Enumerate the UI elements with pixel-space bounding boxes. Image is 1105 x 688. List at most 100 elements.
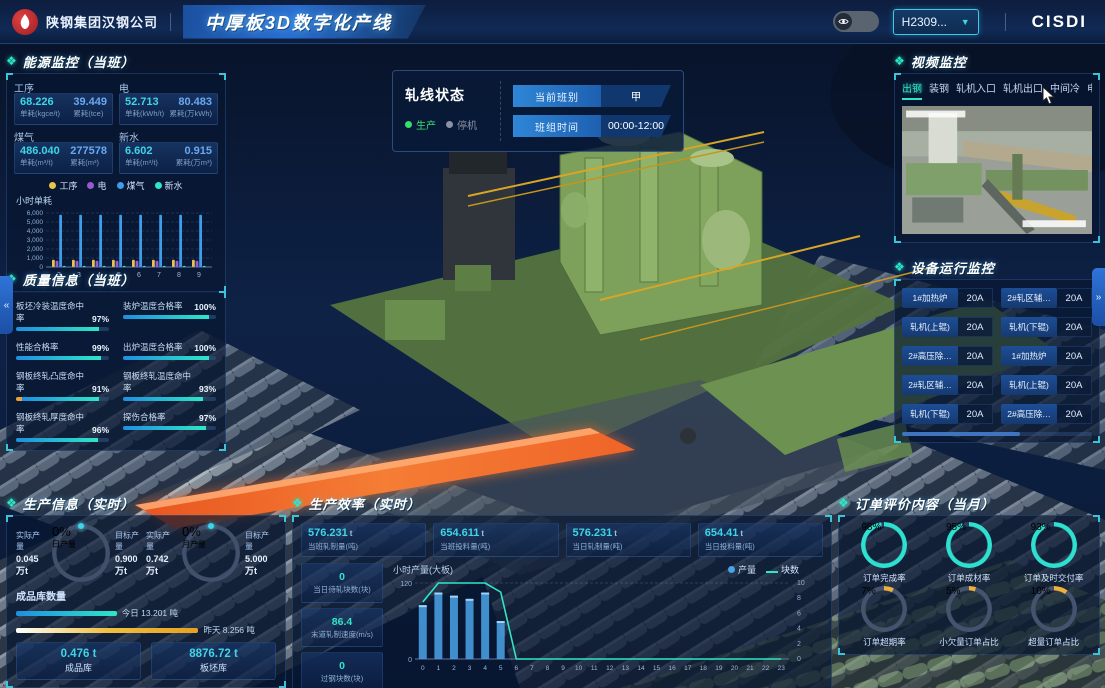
equipment-current-value: 20A — [958, 288, 993, 308]
legend-item: 煤气 — [117, 179, 145, 192]
side-stat-value: 0 — [339, 571, 345, 583]
quality-title: 质量信息（当班） — [23, 270, 135, 289]
line-status-legend-item: 停机 — [446, 117, 477, 132]
header-divider — [170, 13, 171, 31]
quality-label: 钢板终轧凸度命中率 — [16, 370, 92, 394]
equipment-label-button[interactable]: 2#轧区辅… — [1001, 288, 1057, 308]
corner-accent — [1093, 648, 1100, 655]
legend-label: 块数 — [781, 563, 799, 576]
cctv-video-feed[interactable] — [902, 106, 1092, 234]
corner-accent — [6, 73, 13, 80]
warehouse-cards: 0.476 t成品库8876.72 t板坯库 — [16, 642, 276, 680]
video-tab-装钢[interactable]: 装钢 — [929, 80, 949, 100]
order-donut: 93%订单及时交付率 — [1012, 522, 1095, 584]
line-status-row-label: 班组时间 — [513, 115, 601, 137]
energy-card: 工序68.226单耗(kgce/t)39.449累耗(tce) — [14, 80, 113, 125]
collapse-panel-right-handle[interactable]: » — [1092, 268, 1105, 326]
equipment-current-value: 20A — [958, 404, 993, 424]
energy-unit: 单耗(m³/t) — [20, 157, 60, 168]
video-tab-出钢[interactable]: 出钢 — [902, 80, 922, 100]
equipment-scrollbar[interactable] — [902, 432, 1092, 436]
equipment-label-button[interactable]: 1#加热炉 — [902, 288, 958, 308]
equipment-row: 2#轧区辅…20A — [1001, 288, 1092, 308]
quality-progress-track — [16, 356, 109, 360]
warehouse-label: 板坯库 — [200, 661, 227, 674]
collapse-panel-left-handle[interactable]: « — [0, 276, 13, 334]
line-status-legend-item: 生产 — [405, 117, 436, 132]
gauge-text: 95% — [946, 522, 992, 568]
panel-line-status: 轧线状态 生产停机 当前班别甲班组时间00:00-12:00 — [392, 70, 684, 152]
quality-list: 板坯冷装温度命中率97% 装炉温度合格率100% 性能合格率99% 出炉温度合格率10… — [6, 291, 226, 451]
video-tab-轧机入口[interactable]: 轧机入口 — [956, 80, 996, 100]
efficiency-stat: 654.41t当日投料量(吨) — [698, 523, 823, 557]
energy-title: 能源监控（当班） — [23, 52, 135, 71]
efficiency-stat-value: 654.41t — [705, 527, 816, 539]
gauge-text: 98% — [861, 522, 907, 568]
equipment-label-button[interactable]: 轧机(下辊) — [1001, 317, 1057, 337]
hourly-chart-legend: 产量 块数 — [728, 563, 799, 576]
gauge-percent: 95% — [946, 522, 992, 533]
panel-video: ❖ 视频监控 出钢装钢轧机入口轧机出口中间冷电动热 — [894, 52, 1100, 243]
quality-item-top: 性能合格率99% — [16, 341, 109, 353]
energy-cards: 工序68.226单耗(kgce/t)39.449累耗(tce)电52.713单耗… — [14, 80, 218, 174]
svg-text:17: 17 — [684, 665, 692, 672]
order-donut: 7%订单超期率 — [843, 586, 926, 648]
app-header: 陕钢集团汉钢公司 中厚板3D数字化产线 H2309... ▼ CISDI — [0, 0, 1105, 44]
quality-progress-track — [123, 315, 216, 319]
svg-text:11: 11 — [591, 665, 598, 672]
quality-item: 装炉温度合格率100% — [123, 300, 216, 331]
side-stat-label: 当日待轧块数(块) — [313, 584, 371, 595]
chevron-down-icon: ▼ — [961, 17, 970, 27]
panel-orders: ❖ 订单评价内容（当月） 98%订单完成率95%订单成材率93%订单及时交付率7… — [838, 494, 1100, 655]
line-status-row-label: 当前班别 — [513, 85, 601, 107]
svg-text:10: 10 — [575, 665, 583, 672]
equipment-row: 1#加热炉20A — [1001, 346, 1092, 366]
corner-accent — [219, 291, 226, 298]
line-status-rows: 当前班别甲班组时间00:00-12:00 — [501, 81, 671, 141]
quality-item-top: 板坯冷装温度命中率97% — [16, 300, 109, 324]
svg-text:3,000: 3,000 — [27, 237, 44, 244]
quality-item: 性能合格率99% — [16, 341, 109, 360]
efficiency-side-stat: 0当日待轧块数(块) — [301, 563, 383, 603]
quality-item: 探伤合格率97% — [123, 411, 216, 442]
equipment-label-button[interactable]: 2#高压除… — [902, 346, 958, 366]
line-status-title: 轧线状态 — [405, 85, 500, 105]
side-stat-value: 86.4 — [332, 616, 352, 628]
equipment-label-button[interactable]: 1#加热炉 — [1001, 346, 1057, 366]
equipment-label-button[interactable]: 轧机(下辊) — [902, 404, 958, 424]
quality-item-top: 出炉温度合格率100% — [123, 341, 216, 353]
heat-number-select[interactable]: H2309... ▼ — [893, 9, 979, 35]
panel-icon: ❖ — [6, 497, 17, 509]
equipment-label-button[interactable]: 2#轧区辅… — [902, 375, 958, 395]
corner-accent — [838, 648, 845, 655]
equipment-row: 2#高压除…20A — [902, 346, 993, 366]
svg-text:13: 13 — [622, 665, 630, 672]
svg-text:5: 5 — [499, 665, 503, 672]
energy-unit: 单耗(m³/t) — [125, 157, 158, 168]
heat-number-value: H2309... — [902, 15, 947, 29]
gauge-percent: 10% — [1031, 586, 1077, 597]
equipment-label-button[interactable]: 轧机(上辊) — [1001, 375, 1057, 395]
efficiency-stat-value: 654.611t — [440, 527, 551, 539]
status-dot — [405, 121, 412, 128]
equipment-label-button[interactable]: 2#高压除… — [1001, 404, 1057, 424]
quality-value: 97% — [92, 314, 109, 324]
video-tab-轧机出口[interactable]: 轧机出口 — [1003, 80, 1043, 100]
quality-progress-track — [16, 327, 109, 331]
equipment-label-button[interactable]: 轧机(上辊) — [902, 317, 958, 337]
legend-label: 产量 — [738, 563, 756, 576]
gauge-percent: 5% — [946, 586, 992, 597]
gauge-ring-wrap: 7% — [861, 586, 907, 632]
visibility-toggle[interactable] — [833, 11, 879, 32]
panel-icon: ❖ — [838, 497, 849, 509]
quality-label: 性能合格率 — [16, 341, 59, 353]
video-tab-电动热[interactable]: 电动热 — [1087, 80, 1092, 100]
legend-label: 工序 — [59, 179, 77, 192]
efficiency-stat: 576.231t当班轧制量(吨) — [301, 523, 426, 557]
quality-item-top: 钢板终轧厚度命中率96% — [16, 411, 109, 435]
side-stat-label: 末道轧制速度(m/s) — [311, 629, 373, 640]
quality-label: 钢板终轧温度命中率 — [123, 370, 199, 394]
energy-card-name: 煤气 — [14, 129, 113, 142]
stock-bars: 今日 13.201 吨昨天 8.256 吨 — [16, 607, 276, 636]
legend-label: 煤气 — [127, 179, 145, 192]
